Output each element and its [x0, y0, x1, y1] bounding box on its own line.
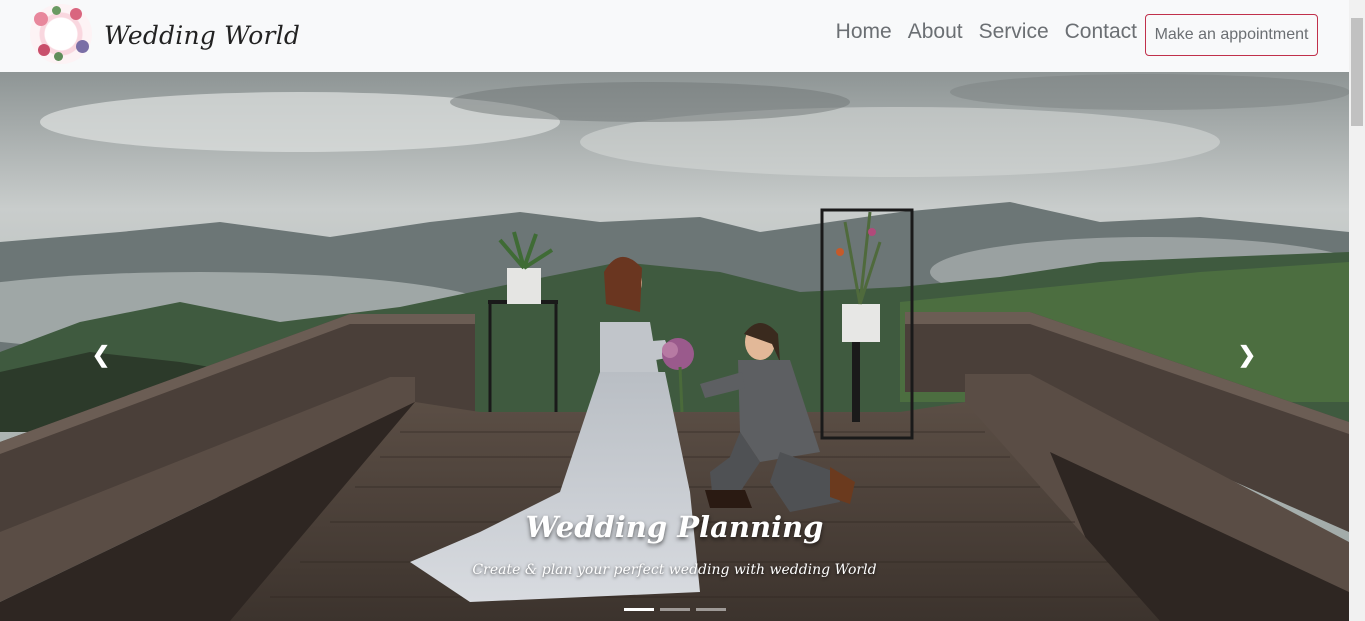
brand-link[interactable]: Wedding World	[30, 4, 300, 64]
carousel-indicator-1[interactable]	[624, 608, 654, 611]
nav-links: Home About Service Contact	[836, 20, 1137, 44]
brand-name: Wedding World	[104, 20, 301, 50]
chevron-left-icon: ❮	[91, 342, 111, 367]
carousel-indicator-3[interactable]	[696, 608, 726, 611]
page-scrollbar[interactable]	[1349, 0, 1365, 621]
navbar: Wedding World Home About Service Contact…	[0, 0, 1349, 72]
scrollbar-thumb[interactable]	[1351, 18, 1363, 126]
nav-link-home[interactable]: Home	[836, 20, 892, 44]
nav-link-contact[interactable]: Contact	[1065, 20, 1137, 44]
carousel-caption-subtitle: Create & plan your perfect wedding with …	[472, 562, 877, 578]
chevron-right-icon: ❯	[1237, 342, 1257, 367]
nav-link-service[interactable]: Service	[979, 20, 1049, 44]
carousel-indicators	[624, 608, 726, 611]
carousel-next-button[interactable]: ❯	[1232, 340, 1262, 370]
carousel-prev-button[interactable]: ❮	[86, 340, 116, 370]
make-appointment-button[interactable]: Make an appointment	[1145, 14, 1318, 56]
carousel-caption-title: Wedding Planning	[525, 510, 824, 544]
nav-link-about[interactable]: About	[908, 20, 963, 44]
hero-carousel: ❮ ❯ Wedding Planning Create & plan your …	[0, 72, 1349, 621]
carousel-indicator-2[interactable]	[660, 608, 690, 611]
floral-wreath-logo	[30, 4, 92, 64]
